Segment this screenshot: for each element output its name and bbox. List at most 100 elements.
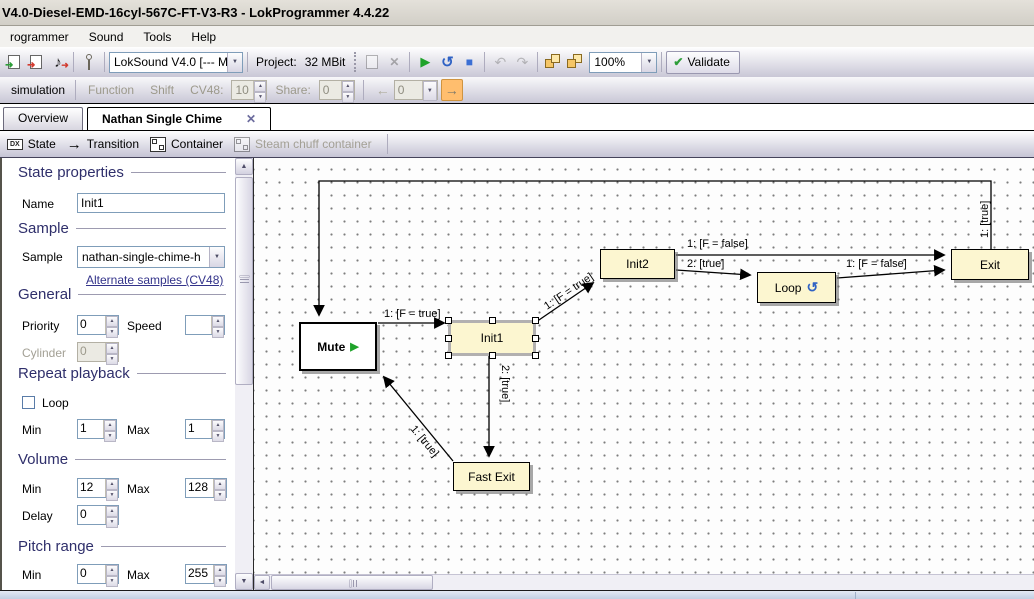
delay-stepper[interactable]: 0 ▲▼ <box>77 505 119 525</box>
spin-up-icon[interactable]: ▲ <box>214 565 226 576</box>
nav-forward-button[interactable]: → <box>441 79 463 101</box>
selection-handle[interactable] <box>445 317 452 324</box>
pitch-min-stepper[interactable]: 0 ▲▼ <box>77 564 119 584</box>
state-node-mute[interactable]: Mute ▶ <box>299 322 377 371</box>
play-button[interactable]: ▶ <box>414 51 436 73</box>
spin-up-icon[interactable]: ▲ <box>106 343 118 354</box>
spin-up-icon[interactable]: ▲ <box>106 506 118 517</box>
state-tool-button[interactable]: State <box>28 137 56 151</box>
chevron-down-icon[interactable]: ▼ <box>227 53 242 72</box>
decoder-info-button[interactable] <box>361 51 383 73</box>
repeat-min-stepper[interactable]: 1 ▲▼ <box>77 419 117 439</box>
volume-max-stepper[interactable]: 128 ▲▼ <box>185 478 227 498</box>
speed-stepper[interactable]: ▲▼ <box>185 315 225 335</box>
spin-down-icon[interactable]: ▼ <box>214 490 226 501</box>
sample-select[interactable]: nathan-single-chime-h ▼ <box>77 246 225 268</box>
transition-exit-to-mute[interactable] <box>319 181 991 315</box>
send-to-back-button[interactable] <box>564 51 586 73</box>
transition-label[interactable]: 1: [true] <box>979 201 991 238</box>
write-sound-button[interactable]: ♪➜ <box>47 51 69 73</box>
transition-label[interactable]: 2: [true] <box>687 258 724 270</box>
zoom-select[interactable]: 100% ▼ <box>589 52 657 73</box>
delete-button[interactable]: ✕ <box>383 51 405 73</box>
transition-init2-to-loop[interactable] <box>676 270 750 275</box>
menu-tools[interactable]: Tools <box>133 28 181 46</box>
stop-button[interactable]: ■ <box>458 51 480 73</box>
function-toggle[interactable]: Function <box>88 83 134 97</box>
write-project-button[interactable]: ➜ <box>25 51 47 73</box>
spin-down-icon[interactable]: ▼ <box>106 354 118 365</box>
alternate-samples-link[interactable]: Alternate samples (CV48) <box>86 273 223 287</box>
selection-handle[interactable] <box>532 335 539 342</box>
nav-back-button[interactable]: ← <box>372 79 394 101</box>
menu-sound[interactable]: Sound <box>79 28 134 46</box>
toolbar-grip[interactable] <box>354 52 356 72</box>
loop-play-button[interactable]: ↺ <box>436 51 458 73</box>
scroll-left-button[interactable]: ◄ <box>254 575 270 590</box>
chevron-down-icon[interactable]: ▼ <box>423 81 437 101</box>
pitch-max-stepper[interactable]: 255 ▲▼ <box>185 564 227 584</box>
selection-handle[interactable] <box>445 335 452 342</box>
spin-down-icon[interactable]: ▼ <box>106 517 118 528</box>
state-node-loop[interactable]: Loop ↺ <box>757 272 836 303</box>
spin-up-icon[interactable]: ▲ <box>214 479 226 490</box>
spin-up-icon[interactable]: ▲ <box>106 565 118 576</box>
scrollbar-thumb[interactable] <box>271 575 433 590</box>
share-stepper[interactable]: 0 ▲▼ <box>319 80 355 100</box>
spin-up-icon[interactable]: ▲ <box>254 81 266 92</box>
selection-handle[interactable] <box>445 352 452 359</box>
scroll-down-button[interactable]: ▼ <box>235 573 253 590</box>
state-node-init2[interactable]: Init2 <box>600 249 675 279</box>
transition-fastexit-to-mute[interactable] <box>384 377 453 461</box>
spin-down-icon[interactable]: ▼ <box>106 327 118 338</box>
spin-up-icon[interactable]: ▲ <box>106 479 118 490</box>
transition-tool-button[interactable]: Transition <box>87 137 139 151</box>
transition-label[interactable]: 1: [F = true] <box>384 308 441 320</box>
spin-up-icon[interactable]: ▲ <box>104 420 116 431</box>
spin-down-icon[interactable]: ▼ <box>212 327 224 338</box>
redo-button[interactable]: ↷ <box>511 51 533 73</box>
spin-down-icon[interactable]: ▼ <box>212 431 224 442</box>
read-project-button[interactable]: ➜ <box>3 51 25 73</box>
tab-close-icon[interactable]: ✕ <box>246 109 256 130</box>
panel-scrollbar[interactable]: ▲ ▼ <box>235 158 253 590</box>
volume-min-stepper[interactable]: 12 ▲▼ <box>77 478 119 498</box>
repeat-max-stepper[interactable]: 1 ▲▼ <box>185 419 225 439</box>
spin-down-icon[interactable]: ▼ <box>106 490 118 501</box>
name-input[interactable] <box>78 194 224 212</box>
shift-toggle[interactable]: Shift <box>150 83 174 97</box>
spin-up-icon[interactable]: ▲ <box>212 420 224 431</box>
spin-up-icon[interactable]: ▲ <box>212 316 224 327</box>
selection-handle[interactable] <box>532 352 539 359</box>
menu-help[interactable]: Help <box>181 28 226 46</box>
transition-label[interactable]: 2: [true] <box>499 365 511 402</box>
scroll-up-button[interactable]: ▲ <box>235 158 253 175</box>
canvas-hscrollbar[interactable]: ◄ <box>254 574 1034 590</box>
tab-overview[interactable]: Overview <box>3 107 83 130</box>
selection-handle[interactable] <box>489 352 496 359</box>
transition-label[interactable]: 1: [F = false] <box>846 258 907 270</box>
programmer-button[interactable] <box>78 51 100 73</box>
spin-down-icon[interactable]: ▼ <box>254 92 266 103</box>
chevron-down-icon[interactable]: ▼ <box>641 53 656 72</box>
priority-stepper[interactable]: 0 ▲▼ <box>77 315 119 335</box>
spin-down-icon[interactable]: ▼ <box>104 431 116 442</box>
spin-down-icon[interactable]: ▼ <box>342 92 354 103</box>
transition-label[interactable]: 1: [F = false] <box>687 238 748 250</box>
state-node-exit[interactable]: Exit <box>951 249 1029 280</box>
selection-handle[interactable] <box>489 317 496 324</box>
cylinder-stepper[interactable]: 0 ▲▼ <box>77 342 119 362</box>
selection-handle[interactable] <box>532 317 539 324</box>
undo-button[interactable]: ↶ <box>489 51 511 73</box>
container-tool-button[interactable]: Container <box>171 137 223 151</box>
transition-label[interactable]: 1: [F = true] <box>542 271 596 313</box>
validate-button[interactable]: ✔ Validate <box>666 51 740 74</box>
steam-chuff-tool-button[interactable]: Steam chuff container <box>255 137 372 151</box>
diagram-canvas[interactable]: 1: [true] 1: [F = true] 1: [F = true] 2:… <box>253 158 1034 590</box>
decoder-select[interactable]: LokSound V4.0 [--- MBit] ▼ <box>109 52 243 73</box>
spin-up-icon[interactable]: ▲ <box>106 316 118 327</box>
cv48-stepper[interactable]: 10 ▲▼ <box>231 80 267 100</box>
spin-down-icon[interactable]: ▼ <box>106 576 118 587</box>
state-node-init1[interactable]: Init1 <box>448 320 536 356</box>
bring-to-front-button[interactable] <box>542 51 564 73</box>
